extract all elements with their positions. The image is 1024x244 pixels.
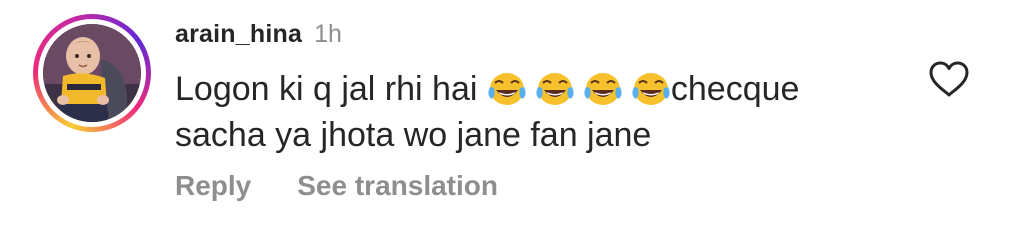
username[interactable]: arain_hina bbox=[175, 20, 302, 49]
avatar[interactable] bbox=[43, 24, 141, 122]
emoji-group bbox=[487, 70, 671, 108]
timestamp: 1h bbox=[314, 20, 342, 48]
comment-content: arain_hina 1h Logon ki q jal rhi hai che… bbox=[175, 20, 915, 158]
see-translation-button[interactable]: See translation bbox=[297, 170, 498, 202]
comment-text: Logon ki q jal rhi hai checque sacha ya … bbox=[175, 66, 915, 158]
comment-text-part2: checque bbox=[670, 70, 800, 108]
comment-item: arain_hina 1h Logon ki q jal rhi hai che… bbox=[0, 0, 1024, 244]
comment-header: arain_hina 1h bbox=[175, 20, 915, 56]
reply-button[interactable]: Reply bbox=[175, 170, 251, 202]
comment-text-line2: sacha ya jhota wo jane fan jane bbox=[175, 116, 652, 154]
comment-actions: Reply See translation bbox=[175, 170, 498, 202]
tears-of-joy-emoji-icon bbox=[536, 73, 574, 105]
tears-of-joy-emoji-icon bbox=[632, 73, 670, 105]
like-button[interactable] bbox=[928, 60, 970, 98]
avatar-story-ring[interactable] bbox=[33, 14, 151, 132]
tears-of-joy-emoji-icon bbox=[488, 73, 526, 105]
comment-text-part1: Logon ki q jal rhi hai bbox=[175, 70, 487, 108]
heart-outline-icon bbox=[929, 61, 969, 97]
tears-of-joy-emoji-icon bbox=[584, 73, 622, 105]
